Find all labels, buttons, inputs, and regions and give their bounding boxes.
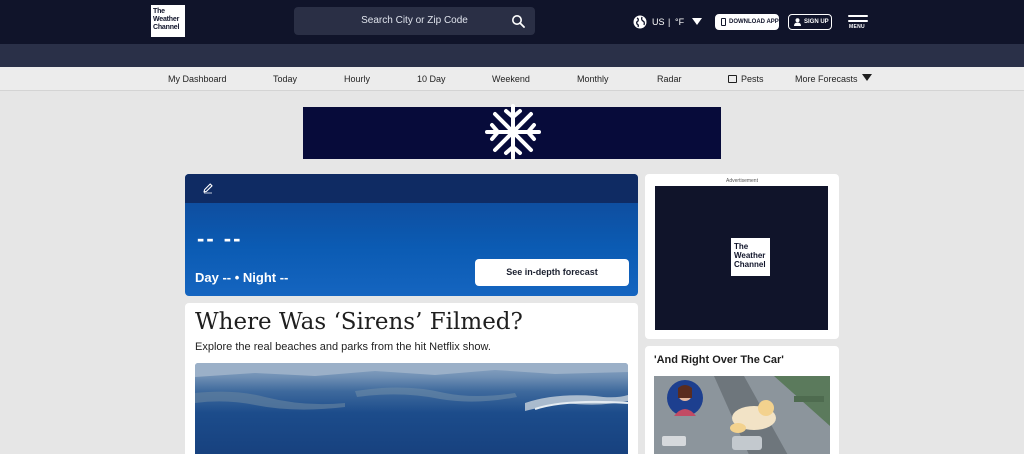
side-story-image[interactable] [654,376,830,454]
nav-item-more-forecasts[interactable]: More Forecasts [795,73,872,85]
unit-label[interactable]: °F [675,15,684,29]
locale-label[interactable]: US [652,15,665,29]
featured-story-card[interactable]: Where Was ‘Sirens’ Filmed? Explore the r… [185,303,638,454]
chevron-down-icon[interactable] [692,18,702,25]
search-placeholder: Search City or Zip Code [361,15,468,26]
coastline-illustration [195,363,628,411]
news-video-thumbnail [654,376,830,454]
nav-item-weekend[interactable]: Weekend [492,73,530,85]
ad-logo-line-2: Weather [734,251,766,260]
nav-item-pests-label: Pests [741,74,764,84]
weather-channel-logo: The Weather Channel [731,238,770,276]
location-bar [0,44,1024,67]
nav-item-more-forecasts-label: More Forecasts [795,74,858,84]
weather-channel-logo[interactable]: The Weather Channel [151,5,185,37]
day-night-temperatures: Day -- • Night -- [195,270,289,285]
see-in-depth-forecast-button[interactable]: See in-depth forecast [475,259,629,286]
sign-up-button[interactable]: SIGN UP [788,14,832,30]
story-image[interactable] [195,363,628,454]
nav-item-my-dashboard[interactable]: My Dashboard [168,73,227,85]
locale-separator: | [668,17,671,27]
forecast-nav: My Dashboard Today Hourly 10 Day Weekend… [0,67,1024,91]
story-title[interactable]: Where Was ‘Sirens’ Filmed? [195,309,523,335]
advertisement-creative[interactable]: The Weather Channel [655,186,828,330]
nav-item-today[interactable]: Today [273,73,297,85]
chevron-down-icon [861,74,872,81]
logo-line-3: Channel [153,24,180,31]
side-story-title[interactable]: 'And Right Over The Car' [654,354,784,366]
current-conditions-header [185,174,638,203]
phone-icon [721,18,726,26]
logo-line-2: Weather [153,16,180,23]
advertisement-label: Advertisement [726,178,758,184]
side-story-card[interactable]: 'And Right Over The Car' [645,346,839,454]
site-header: The Weather Channel Search City or Zip C… [0,0,1024,44]
edit-pencil-icon[interactable] [202,182,214,194]
nav-item-monthly[interactable]: Monthly [577,73,609,85]
pest-icon [728,75,737,83]
logo-line-1: The [153,8,165,15]
nav-item-10-day[interactable]: 10 Day [417,73,446,85]
menu-label[interactable]: MENU [849,24,865,30]
advertisement-card: Advertisement The Weather Channel [645,174,839,339]
current-temperature: -- -- [197,226,243,251]
globe-icon[interactable] [633,15,647,29]
current-conditions-card: -- -- Day -- • Night -- See in-depth for… [185,174,638,296]
nav-item-hourly[interactable]: Hourly [344,73,370,85]
nav-item-pests[interactable]: Pests [728,73,764,85]
download-app-label: DOWNLOAD APP [729,19,779,25]
ad-logo-line-1: The [734,242,749,251]
search-icon[interactable] [511,14,525,28]
search-input[interactable]: Search City or Zip Code [294,7,535,35]
snowflake-icon [485,104,541,160]
nav-item-radar[interactable]: Radar [657,73,682,85]
ad-logo-line-3: Channel [734,260,766,269]
story-subtitle: Explore the real beaches and parks from … [195,341,491,353]
sign-up-label: SIGN UP [804,19,829,25]
user-icon [794,18,801,26]
download-app-button[interactable]: DOWNLOAD APP [715,14,779,30]
